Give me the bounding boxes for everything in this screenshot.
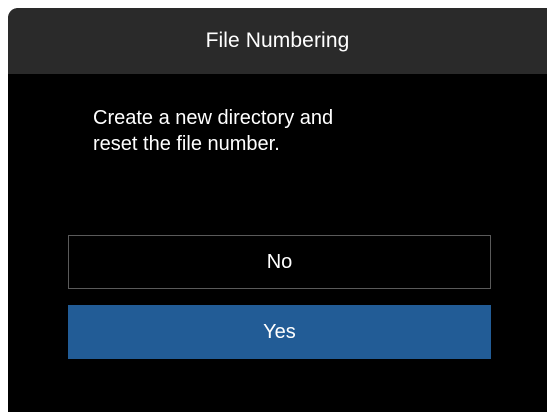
camera-menu-screen: File Numbering Create a new directory an…	[8, 8, 547, 412]
no-option-button[interactable]: No	[68, 235, 491, 289]
dialog-message: Create a new directory and reset the fil…	[93, 107, 334, 155]
yes-option-button[interactable]: Yes	[68, 305, 491, 359]
no-option-label: No	[266, 250, 293, 273]
yes-option-label: Yes	[263, 320, 296, 343]
dialog-title-bar: File Numbering	[8, 8, 547, 74]
dialog-title: File Numbering	[205, 29, 350, 52]
